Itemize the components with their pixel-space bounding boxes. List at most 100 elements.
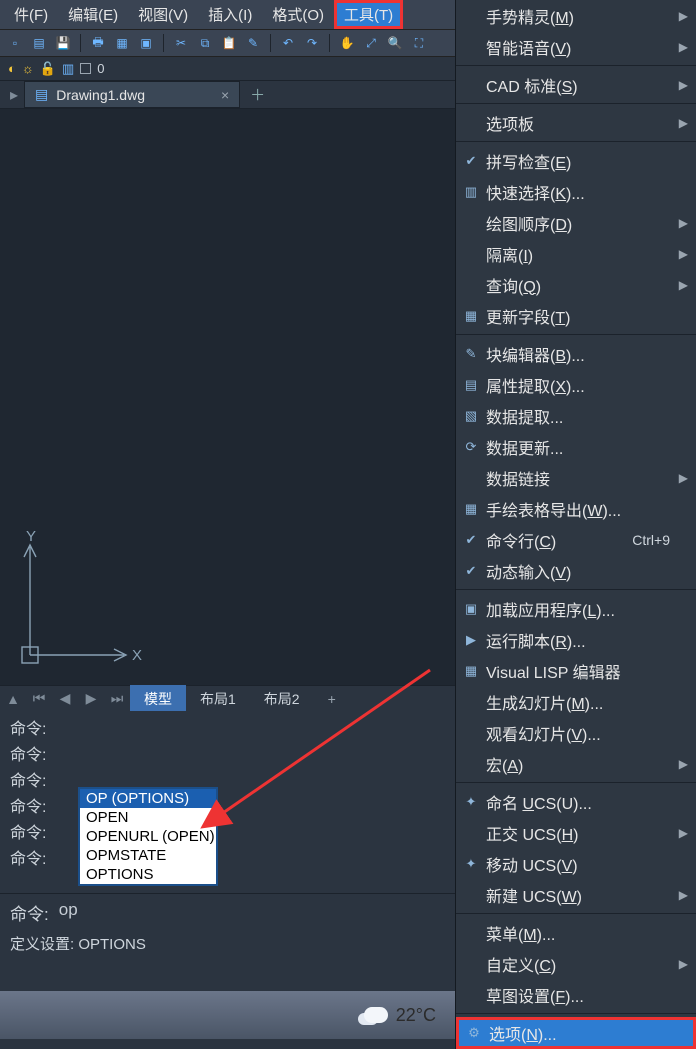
copy-icon[interactable]: ⧉ bbox=[196, 34, 214, 52]
menu-file[interactable]: 件(F) bbox=[4, 0, 58, 29]
menu-item-label: 运行脚本(R)... bbox=[486, 628, 586, 652]
menu-item-label: 隔离(I) bbox=[486, 242, 533, 266]
menu-item-label: 快速选择(K)... bbox=[486, 180, 585, 204]
menu-item-attrextract[interactable]: ▤属性提取(X)... bbox=[456, 369, 696, 400]
menu-item-label: 属性提取(X)... bbox=[486, 373, 585, 397]
plot-icon[interactable]: ▦ bbox=[113, 34, 131, 52]
layout-last-icon[interactable]: ⏭ bbox=[104, 690, 130, 707]
new-tab-button[interactable]: ＋ bbox=[242, 80, 273, 109]
menu-insert[interactable]: 插入(I) bbox=[198, 0, 262, 29]
submenu-arrow-icon: ▶ bbox=[679, 247, 688, 261]
autocomplete-item[interactable]: OP (OPTIONS) bbox=[80, 789, 216, 808]
layer-color-swatch[interactable] bbox=[80, 63, 91, 74]
menu-item-newUCS[interactable]: 新建 UCS(W)▶ bbox=[456, 879, 696, 910]
tab-model[interactable]: 模型 bbox=[130, 685, 186, 713]
menu-item-mkslide[interactable]: 生成幻灯片(M)... bbox=[456, 686, 696, 717]
layout-prev-icon[interactable]: ◀ bbox=[52, 690, 78, 707]
menu-item-draworder[interactable]: 绘图顺序(D)▶ bbox=[456, 207, 696, 238]
submenu-arrow-icon: ▶ bbox=[679, 278, 688, 292]
cut-icon[interactable]: ✂ bbox=[172, 34, 190, 52]
menu-item-viewslide[interactable]: 观看幻灯片(V)... bbox=[456, 717, 696, 748]
layout-collapse-icon[interactable]: ▲ bbox=[0, 691, 26, 707]
ucs-axis-icon: Y X bbox=[14, 529, 144, 669]
menu-item-dataextract[interactable]: ▧数据提取... bbox=[456, 400, 696, 431]
menu-item-label: 数据链接 bbox=[486, 466, 550, 490]
menu-item-quickselect[interactable]: ▥快速选择(K)... bbox=[456, 176, 696, 207]
menu-item-field[interactable]: ▦更新字段(T) bbox=[456, 300, 696, 331]
▦-icon: ▦ bbox=[462, 501, 480, 517]
menu-item-orthoUCS[interactable]: 正交 UCS(H)▶ bbox=[456, 817, 696, 848]
layer-plot-icon[interactable]: ▥ bbox=[62, 61, 74, 77]
menu-item-label: 宏(A) bbox=[486, 752, 523, 776]
menu-item-vlisp[interactable]: ▦Visual LISP 编辑器 bbox=[456, 655, 696, 686]
menu-item-spellcheck[interactable]: ✔拼写检查(E) bbox=[456, 145, 696, 176]
menu-item-runscript[interactable]: ▶运行脚本(R)... bbox=[456, 624, 696, 655]
✦-icon: ✦ bbox=[462, 856, 480, 872]
menu-item-label: 观看幻灯片(V)... bbox=[486, 721, 601, 745]
new-icon[interactable]: ▫ bbox=[6, 34, 24, 52]
layer-sun-icon[interactable]: ☼ bbox=[22, 61, 34, 76]
tab-arrow-left-icon[interactable]: ▸ bbox=[6, 85, 22, 105]
menu-item-datalink[interactable]: 数据链接 ▶ bbox=[456, 462, 696, 493]
✔-icon: ✔ bbox=[462, 532, 480, 548]
tab-layout2[interactable]: 布局2 bbox=[250, 685, 314, 713]
tab-layout1[interactable]: 布局1 bbox=[186, 685, 250, 713]
save-icon[interactable]: 💾 bbox=[54, 34, 72, 52]
menu-item-dataupdate[interactable]: ⟳数据更新... bbox=[456, 431, 696, 462]
submenu-arrow-icon: ▶ bbox=[679, 116, 688, 130]
menu-item-macro[interactable]: 宏(A)▶ bbox=[456, 748, 696, 779]
autocomplete-popup[interactable]: OP (OPTIONS)OPENOPENURL (OPEN)OPMSTATEOP… bbox=[78, 787, 218, 886]
svg-text:Y: Y bbox=[26, 529, 36, 545]
menu-edit[interactable]: 编辑(E) bbox=[58, 0, 128, 29]
menu-item-voice[interactable]: 智能语音(V)▶ bbox=[456, 31, 696, 62]
zoom-window-icon[interactable]: 🔍 bbox=[386, 34, 404, 52]
file-tab-drawing1[interactable]: ▤ Drawing1.dwg × bbox=[24, 81, 240, 108]
autocomplete-item[interactable]: OPENURL (OPEN) bbox=[80, 827, 216, 846]
menu-item-gesture[interactable]: 手势精灵(M)▶ bbox=[456, 0, 696, 31]
undo-icon[interactable]: ↶ bbox=[279, 34, 297, 52]
menu-item-namedUCS[interactable]: ✦命名 UCS(U)... bbox=[456, 786, 696, 817]
menu-item-customize[interactable]: 自定义(C)▶ bbox=[456, 948, 696, 979]
layer-lock-icon[interactable]: 🔓 bbox=[40, 61, 56, 77]
menu-item-moveUCS[interactable]: ✦移动 UCS(V) bbox=[456, 848, 696, 879]
autocomplete-item[interactable]: OPEN bbox=[80, 808, 216, 827]
layout-next-icon[interactable]: ▶ bbox=[78, 690, 104, 707]
autocomplete-item[interactable]: OPTIONS bbox=[80, 865, 216, 884]
zoom-icon[interactable]: ⤢ bbox=[362, 34, 380, 52]
submenu-arrow-icon: ▶ bbox=[679, 471, 688, 485]
menu-item-label: 正交 UCS(H) bbox=[486, 821, 578, 845]
menu-view[interactable]: 视图(V) bbox=[128, 0, 198, 29]
print-icon[interactable]: 🖶 bbox=[89, 34, 107, 52]
menu-item-dyninput[interactable]: ✔动态输入(V) bbox=[456, 555, 696, 586]
redo-icon[interactable]: ↷ bbox=[303, 34, 321, 52]
menu-item-palettes[interactable]: 选项板▶ bbox=[456, 107, 696, 138]
menu-item-menus[interactable]: 菜单(M)... bbox=[456, 917, 696, 948]
close-tab-icon[interactable]: × bbox=[221, 87, 229, 103]
menu-item-isolate[interactable]: 隔离(I) ▶ bbox=[456, 238, 696, 269]
layout-first-icon[interactable]: ⏮ bbox=[26, 690, 52, 707]
menu-item-drafting[interactable]: 草图设置(F)... bbox=[456, 979, 696, 1010]
menu-item-options[interactable]: ⚙选项(N)... bbox=[456, 1017, 696, 1049]
autocomplete-item[interactable]: OPMSTATE bbox=[80, 846, 216, 865]
menu-item-inquiry[interactable]: 查询(Q)▶ bbox=[456, 269, 696, 300]
menu-item-loadapp[interactable]: ▣加载应用程序(L)... bbox=[456, 593, 696, 624]
menu-item-blockedit[interactable]: ✎块编辑器(B)... bbox=[456, 338, 696, 369]
zoom-extents-icon[interactable]: ⛶ bbox=[410, 34, 428, 52]
layer-name[interactable]: 0 bbox=[97, 61, 104, 76]
layer-lightbulb-icon[interactable]: ◐ bbox=[8, 61, 16, 76]
menu-format[interactable]: 格式(O) bbox=[262, 0, 334, 29]
match-icon[interactable]: ✎ bbox=[244, 34, 262, 52]
temperature-label: 22°C bbox=[396, 1005, 436, 1026]
preview-icon[interactable]: ▣ bbox=[137, 34, 155, 52]
weather-widget[interactable]: 22°C bbox=[364, 1005, 436, 1026]
menu-item-cad_std[interactable]: CAD 标准(S)▶ bbox=[456, 69, 696, 100]
pan-icon[interactable]: ✋ bbox=[338, 34, 356, 52]
command-input[interactable]: op bbox=[59, 900, 78, 923]
add-layout-button[interactable]: + bbox=[314, 687, 350, 711]
menu-item-cmdline[interactable]: ✔命令行(C)Ctrl+9 bbox=[456, 524, 696, 555]
menu-item-handtable[interactable]: ▦手绘表格导出(W)... bbox=[456, 493, 696, 524]
paste-icon[interactable]: 📋 bbox=[220, 34, 238, 52]
menu-tools[interactable]: 工具(T) bbox=[334, 0, 403, 29]
menu-item-label: 草图设置(F)... bbox=[486, 983, 584, 1007]
open-icon[interactable]: ▤ bbox=[30, 34, 48, 52]
